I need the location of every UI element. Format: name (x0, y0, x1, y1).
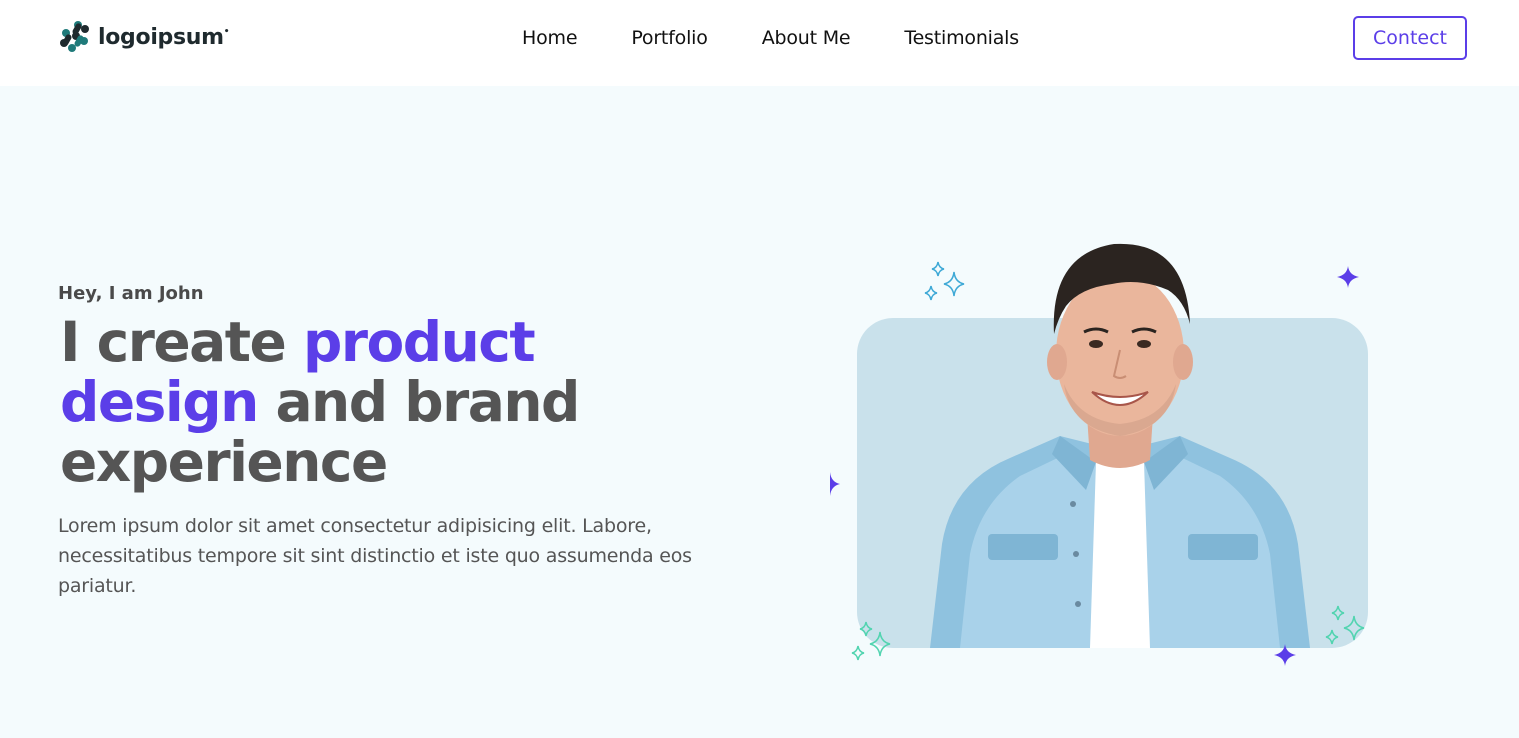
hero-section: Hey, I am John I create product design a… (0, 86, 1519, 738)
sparkle-teal-cluster-left-icon (851, 621, 891, 661)
contact-button[interactable]: Contect (1353, 16, 1467, 60)
hero-description: Lorem ipsum dolor sit amet consectetur a… (58, 515, 692, 597)
nav-portfolio[interactable]: Portfolio (631, 26, 708, 50)
headline-accent-2: design (60, 370, 259, 434)
logo-mark-icon (60, 21, 89, 52)
headline-accent-1: product (303, 310, 536, 374)
nav-home[interactable]: Home (522, 26, 578, 50)
sparkle-purple-half-icon (830, 472, 840, 496)
sparkle-blue-cluster-icon (924, 261, 965, 301)
sparkle-teal-cluster-right-icon (1325, 605, 1365, 645)
logo-text: logoipsum• (98, 24, 230, 50)
sparkle-purple-bottom-icon (1274, 644, 1296, 666)
main-nav: Home Portfolio About Me Testimonials (522, 26, 1019, 50)
hero-greeting: Hey, I am John (58, 283, 204, 304)
site-header: logoipsum• Home Portfolio About Me Testi… (0, 0, 1519, 86)
headline-text-1: I create (60, 310, 303, 374)
sparkle-purple-icon (1337, 266, 1359, 288)
nav-testimonials[interactable]: Testimonials (904, 26, 1019, 50)
logo[interactable]: logoipsum• (58, 20, 230, 54)
nav-about-me[interactable]: About Me (762, 26, 851, 50)
hero-headline: I create product design and brand experi… (60, 312, 700, 492)
